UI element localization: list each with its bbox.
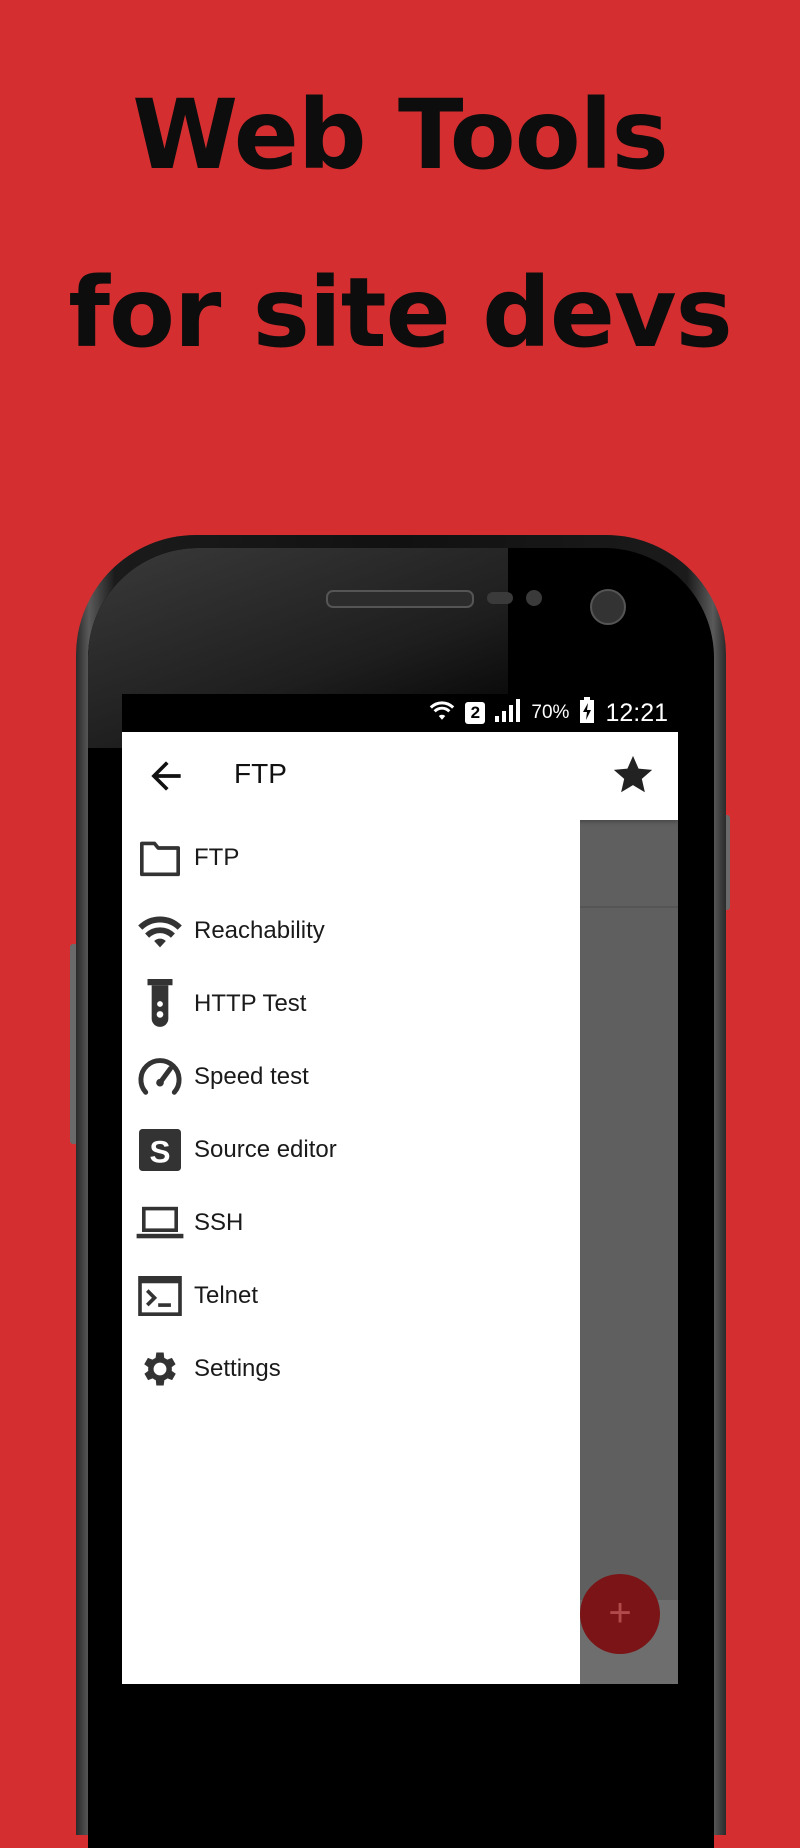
drawer-item-ftp[interactable]: FTP [122,821,580,894]
terminal-icon [136,1272,184,1320]
battery-charging-icon [579,697,595,729]
drawer-item-label: Speed test [194,1062,309,1090]
star-icon[interactable] [610,752,656,798]
sim-slot-badge: 2 [465,702,486,724]
arrow-back-icon[interactable] [144,754,188,798]
navigation-drawer: FTP Reachability HTTP Test Speed test S … [122,820,580,1684]
drawer-item-label: FTP [194,843,240,871]
add-fab-button[interactable]: + [580,1574,660,1654]
drawer-item-http-test[interactable]: HTTP Test [122,967,580,1040]
drawer-item-telnet[interactable]: Telnet [122,1259,580,1332]
content-scrim [580,820,678,1600]
page-title: FTP [234,758,287,789]
drawer-item-label: Settings [194,1354,281,1382]
source-s-icon: S [136,1126,184,1174]
drawer-item-label: Source editor [194,1135,337,1163]
phone-bottom-bezel [122,1684,678,1731]
drawer-item-source-editor[interactable]: S Source editor [122,1113,580,1186]
promo-headline-line1: Web Tools [132,79,668,191]
phone-speaker [326,590,474,608]
drawer-item-speed-test[interactable]: Speed test [122,1040,580,1113]
wifi-icon [136,907,184,955]
folder-icon [136,834,184,882]
phone-screen: 2 70% 12:21 FTP FTP Reachability HTTP Te… [122,694,678,1684]
drawer-item-settings[interactable]: Settings [122,1332,580,1405]
app-bar: FTP [122,732,678,820]
phone-sensor-dot [526,590,542,606]
drawer-item-label: SSH [194,1208,244,1236]
promo-headline-line2: for site devs [68,257,733,369]
drawer-item-label: Reachability [194,916,325,944]
phone-sensor [487,592,513,604]
plus-icon: + [608,1591,632,1635]
content-divider [580,906,678,908]
signal-icon [495,698,521,728]
status-bar: 2 70% 12:21 [122,694,678,732]
test-tube-icon [136,978,184,1028]
svg-text:S: S [149,1133,170,1169]
drawer-item-label: HTTP Test [194,989,307,1017]
speedometer-icon [136,1053,184,1101]
drawer-item-label: Telnet [194,1281,259,1309]
status-time: 12:21 [605,698,668,727]
wifi-icon [429,697,455,729]
drawer-item-ssh[interactable]: SSH [122,1186,580,1259]
laptop-icon [136,1199,184,1247]
gear-icon [136,1345,184,1393]
battery-percent: 70% [531,702,570,723]
phone-front-camera [590,589,626,625]
drawer-item-reachability[interactable]: Reachability [122,894,580,967]
